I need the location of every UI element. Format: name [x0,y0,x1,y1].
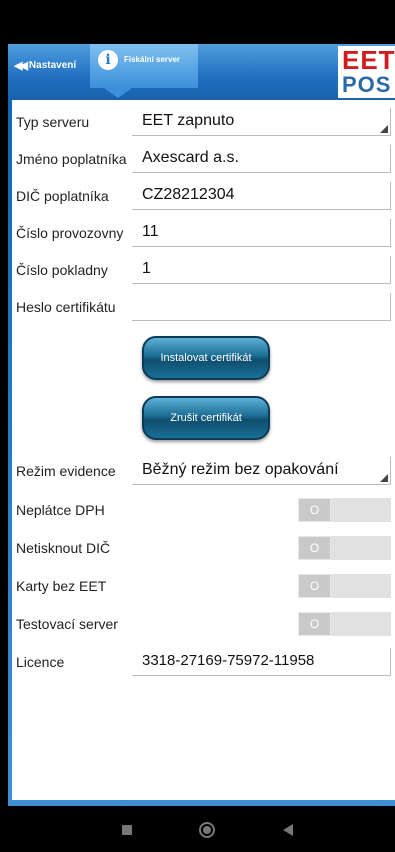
row-taxpayer-name: Jméno poplatníka Axescard a.s. [12,145,395,175]
non-vat-payer-label: Neplátce DPH [16,502,105,518]
taxpayer-dic-input[interactable]: CZ28212304 [132,182,391,210]
taxpayer-dic-value: CZ28212304 [142,186,235,203]
evidence-mode-value: Běžný režim bez opakování [142,461,339,478]
row-cards-without-eet: Karty bez EET O [12,572,395,602]
back-button-label: Nastavení [28,59,77,71]
premises-number-label: Číslo provozovny [16,225,124,241]
row-evidence-mode: Režim evidence Běžný režim bez opakování [12,457,395,487]
cards-without-eet-label: Karty bez EET [16,578,107,594]
register-number-label: Číslo pokladny [16,262,108,278]
header-bar: ◀◀ Nastavení i Fiskální server EET POS [8,44,395,100]
register-number-value: 1 [142,260,151,277]
test-server-label: Testovací server [16,616,118,632]
dropdown-corner-icon [380,474,388,482]
taxpayer-name-label: Jméno poplatníka [16,151,127,167]
register-number-input[interactable]: 1 [132,256,391,284]
tab-fiscal-server[interactable]: i Fiskální server [90,44,198,88]
row-license: Licence 3318-27169-75972-11958 [12,648,395,678]
certificate-password-label: Heslo certifikátu [16,299,116,315]
premises-number-input[interactable]: 11 [132,219,391,247]
system-navigation-bar [0,806,395,852]
no-print-dic-label: Netisknout DIČ [16,540,111,556]
no-print-dic-toggle[interactable]: O [298,536,391,560]
toggle-knob: O [298,536,331,560]
install-certificate-button[interactable]: Instalovat certifikát [142,336,270,380]
server-type-label: Typ serveru [16,114,90,130]
recent-apps-icon[interactable] [122,825,132,835]
app-window: ◀◀ Nastavení i Fiskální server EET POS T… [8,44,395,806]
license-label: Licence [16,654,65,670]
back-triangle-icon[interactable] [283,824,293,836]
server-type-select[interactable]: EET zapnuto [132,108,391,136]
back-button[interactable]: ◀◀ Nastavení [14,54,76,76]
logo-eet-text: EET [342,45,395,75]
tab-fiscal-server-label: Fiskální server [124,55,181,64]
cancel-certificate-button[interactable]: Zrušit certifikát [142,396,270,440]
row-test-server: Testovací server O [12,610,395,640]
tab-pointer [104,88,132,98]
taxpayer-name-input[interactable]: Axescard a.s. [132,145,391,173]
non-vat-payer-toggle[interactable]: O [298,498,391,522]
status-bar [0,0,395,44]
license-input[interactable]: 3318-27169-75972-11958 [132,648,391,676]
taxpayer-dic-label: DIČ poplatníka [16,188,109,204]
row-non-vat-payer: Neplátce DPH O [12,496,395,526]
toggle-knob: O [298,498,331,522]
row-register-number: Číslo pokladny 1 [12,256,395,286]
premises-number-value: 11 [142,223,159,240]
dropdown-corner-icon [380,125,388,133]
row-no-print-dic: Netisknout DIČ O [12,534,395,564]
logo-pos-text: POS [342,72,392,97]
test-server-toggle[interactable]: O [298,612,391,636]
evidence-mode-select[interactable]: Běžný režim bez opakování [132,457,391,485]
toggle-knob: O [298,612,331,636]
row-premises-number: Číslo provozovny 11 [12,219,395,249]
license-value: 3318-27169-75972-11958 [142,652,315,669]
evidence-mode-label: Režim evidence [16,463,116,479]
info-icon: i [98,50,118,70]
cards-without-eet-toggle[interactable]: O [298,574,391,598]
double-arrow-left-icon: ◀◀ [14,59,28,72]
toggle-knob: O [298,574,331,598]
eet-pos-logo: EET POS [338,46,395,98]
row-certificate-password: Heslo certifikátu [12,293,395,323]
taxpayer-name-value: Axescard a.s. [142,149,239,166]
server-type-value: EET zapnuto [142,112,235,129]
row-taxpayer-dic: DIČ poplatníka CZ28212304 [12,182,395,212]
settings-form: Typ serveru EET zapnuto Jméno poplatníka… [12,100,395,800]
home-icon[interactable] [199,822,215,838]
certificate-password-input[interactable] [132,293,391,321]
row-server-type: Typ serveru EET zapnuto [12,108,395,138]
